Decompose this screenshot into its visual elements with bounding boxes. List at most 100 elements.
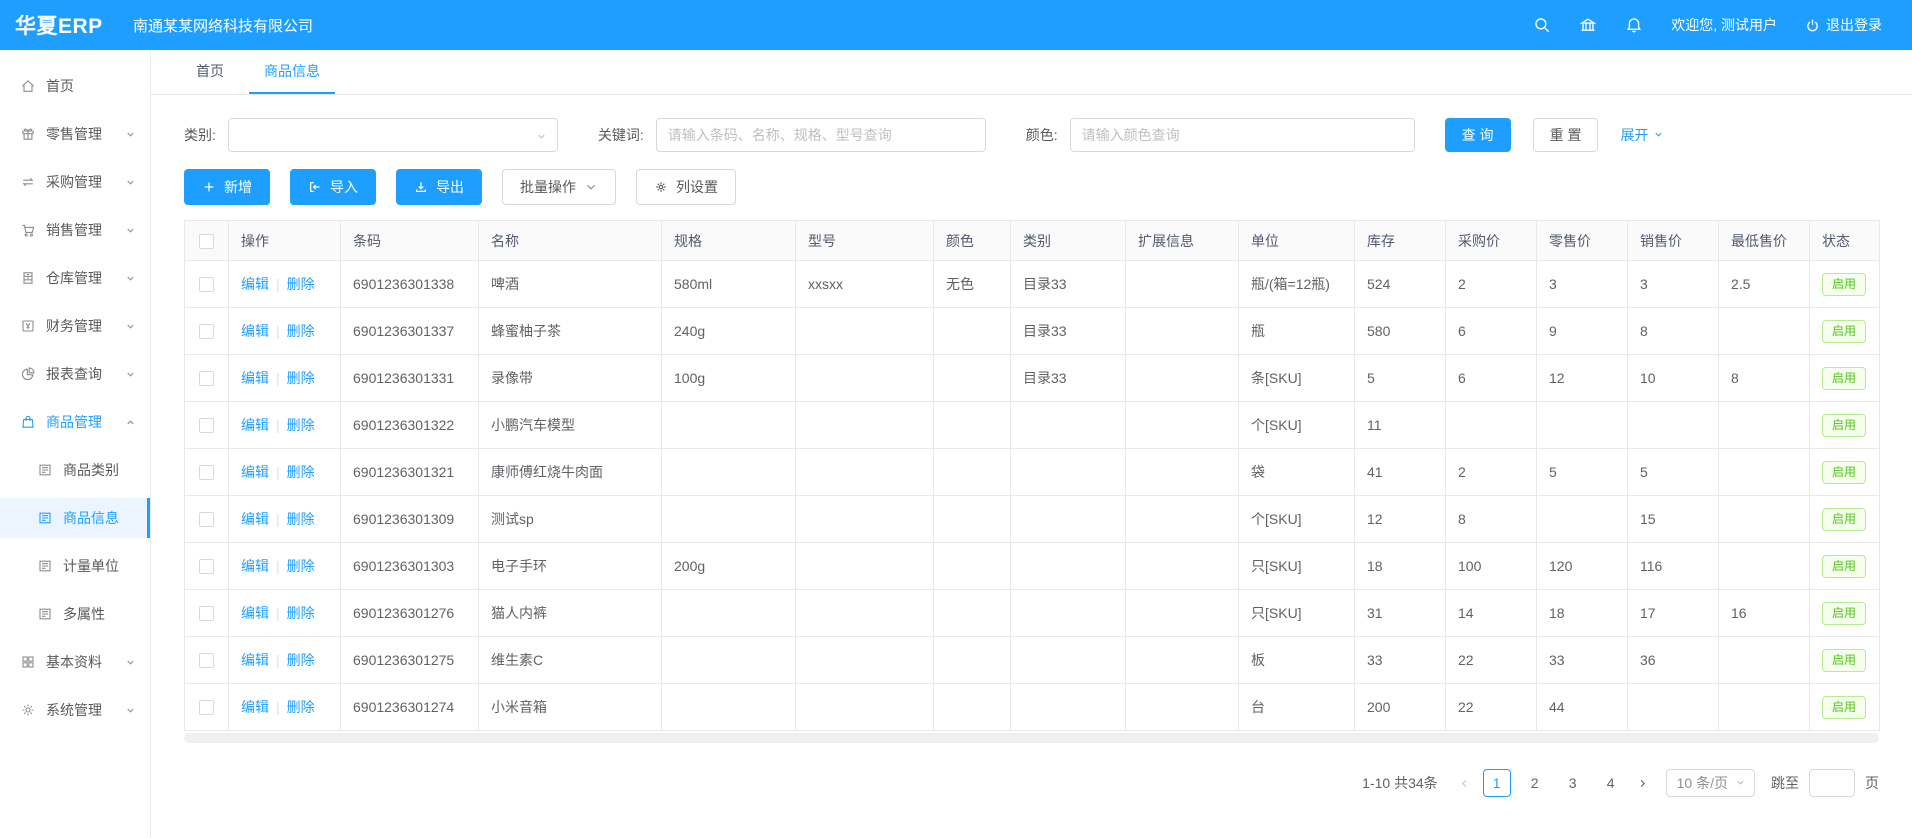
next-page-button[interactable] (1630, 769, 1656, 797)
sidebar-item-reports[interactable]: 报表查询 (0, 354, 150, 394)
cell-ext (1126, 261, 1239, 308)
row-checkbox[interactable] (199, 559, 214, 574)
cell-spec: 580ml (662, 261, 796, 308)
edit-link[interactable]: 编辑 (241, 370, 269, 386)
column-header-unit: 单位 (1239, 221, 1355, 261)
edit-link[interactable]: 编辑 (241, 511, 269, 527)
delete-link[interactable]: 删除 (287, 323, 315, 339)
delete-link[interactable]: 删除 (287, 558, 315, 574)
delete-link[interactable]: 删除 (287, 699, 315, 715)
sidebar-item-product-info[interactable]: 商品信息 (0, 498, 150, 538)
color-input[interactable] (1070, 118, 1415, 152)
edit-link[interactable]: 编辑 (241, 652, 269, 668)
platform-icon[interactable] (1579, 16, 1597, 34)
edit-link[interactable]: 编辑 (241, 558, 269, 574)
delete-link[interactable]: 删除 (287, 276, 315, 292)
column-settings-button[interactable]: 列设置 (636, 169, 736, 205)
import-button[interactable]: 导入 (290, 169, 376, 205)
prev-page-button[interactable] (1452, 769, 1478, 797)
column-header-ext: 扩展信息 (1126, 221, 1239, 261)
list-icon (37, 510, 53, 526)
cell-category (1011, 543, 1126, 590)
category-select[interactable] (228, 118, 558, 152)
keyword-input[interactable] (656, 118, 986, 152)
sidebar-item-products[interactable]: 商品管理 (0, 402, 150, 442)
column-header-retail: 零售价 (1537, 221, 1628, 261)
page-button-4[interactable]: 4 (1597, 769, 1625, 797)
row-checkbox[interactable] (199, 324, 214, 339)
sidebar-item-retail[interactable]: 零售管理 (0, 114, 150, 154)
sidebar-item-product-category[interactable]: 商品类别 (0, 450, 150, 490)
cell-purchase: 22 (1446, 684, 1537, 731)
bell-icon[interactable] (1625, 16, 1643, 34)
header-checkbox[interactable] (199, 234, 214, 249)
reset-button[interactable]: 重 置 (1533, 118, 1599, 152)
edit-link[interactable]: 编辑 (241, 276, 269, 292)
search-button[interactable]: 查 询 (1445, 118, 1511, 152)
cell-color (934, 496, 1011, 543)
sidebar-item-finance[interactable]: 财务管理 (0, 306, 150, 346)
batch-actions-button[interactable]: 批量操作 (502, 169, 616, 205)
row-checkbox[interactable] (199, 700, 214, 715)
row-checkbox[interactable] (199, 418, 214, 433)
delete-link[interactable]: 删除 (287, 605, 315, 621)
pagination-total: 1-10 共34条 (1362, 773, 1437, 793)
status-badge: 启用 (1822, 320, 1866, 343)
page-button-1[interactable]: 1 (1483, 769, 1511, 797)
chevron-down-icon (125, 657, 136, 668)
cell-stock: 11 (1355, 402, 1446, 449)
horizontal-scrollbar[interactable] (184, 733, 1879, 743)
row-checkbox[interactable] (199, 371, 214, 386)
pagination: 1-10 共34条 1234 10 条/页 跳至 页 (184, 769, 1879, 797)
tab-home[interactable]: 首页 (181, 50, 239, 94)
edit-link[interactable]: 编辑 (241, 699, 269, 715)
import-label: 导入 (330, 177, 358, 197)
tab-product-info[interactable]: 商品信息 (249, 50, 335, 94)
export-button[interactable]: 导出 (396, 169, 482, 205)
edit-link[interactable]: 编辑 (241, 464, 269, 480)
row-checkbox[interactable] (199, 277, 214, 292)
jump-page-input[interactable] (1809, 769, 1855, 797)
sidebar-item-system[interactable]: 系统管理 (0, 690, 150, 730)
delete-link[interactable]: 删除 (287, 511, 315, 527)
logout-button[interactable]: 退出登录 (1805, 15, 1882, 35)
delete-link[interactable]: 删除 (287, 370, 315, 386)
plus-icon (202, 180, 216, 194)
cell-category (1011, 496, 1126, 543)
table-row: 编辑|删除6901236301338啤酒580mlxxsxx无色目录33瓶/(箱… (185, 261, 1880, 308)
page-button-2[interactable]: 2 (1521, 769, 1549, 797)
search-icon[interactable] (1533, 16, 1551, 34)
edit-link[interactable]: 编辑 (241, 605, 269, 621)
expand-link[interactable]: 展开 (1620, 125, 1664, 145)
row-checkbox[interactable] (199, 653, 214, 668)
sidebar-item-measure-unit[interactable]: 计量单位 (0, 546, 150, 586)
sidebar-item-warehouse[interactable]: 仓库管理 (0, 258, 150, 298)
sidebar-item-purchase[interactable]: 采购管理 (0, 162, 150, 202)
row-checkbox[interactable] (199, 465, 214, 480)
list-icon (37, 606, 53, 622)
chevron-right-icon (1637, 778, 1648, 789)
edit-link[interactable]: 编辑 (241, 323, 269, 339)
sidebar-item-sales[interactable]: 销售管理 (0, 210, 150, 250)
chevron-left-icon (1459, 778, 1470, 789)
sidebar-item-multi-attribute[interactable]: 多属性 (0, 594, 150, 634)
row-checkbox[interactable] (199, 512, 214, 527)
page-button-3[interactable]: 3 (1559, 769, 1587, 797)
sidebar-item-base-data[interactable]: 基本资料 (0, 642, 150, 682)
sidebar-item-home[interactable]: 首页 (0, 66, 150, 106)
cell-barcode: 6901236301337 (341, 308, 479, 355)
edit-link[interactable]: 编辑 (241, 417, 269, 433)
cell-color (934, 355, 1011, 402)
cell-sale (1628, 402, 1719, 449)
add-button[interactable]: 新增 (184, 169, 270, 205)
row-checkbox[interactable] (199, 606, 214, 621)
delete-link[interactable]: 删除 (287, 464, 315, 480)
page-size-select[interactable]: 10 条/页 (1666, 769, 1755, 797)
cell-ext (1126, 543, 1239, 590)
column-header-name: 名称 (479, 221, 662, 261)
delete-link[interactable]: 删除 (287, 652, 315, 668)
delete-link[interactable]: 删除 (287, 417, 315, 433)
chevron-down-icon (125, 129, 136, 140)
table-row: 编辑|删除6901236301309测试sp个[SKU]12815启用 (185, 496, 1880, 543)
cell-ext (1126, 590, 1239, 637)
